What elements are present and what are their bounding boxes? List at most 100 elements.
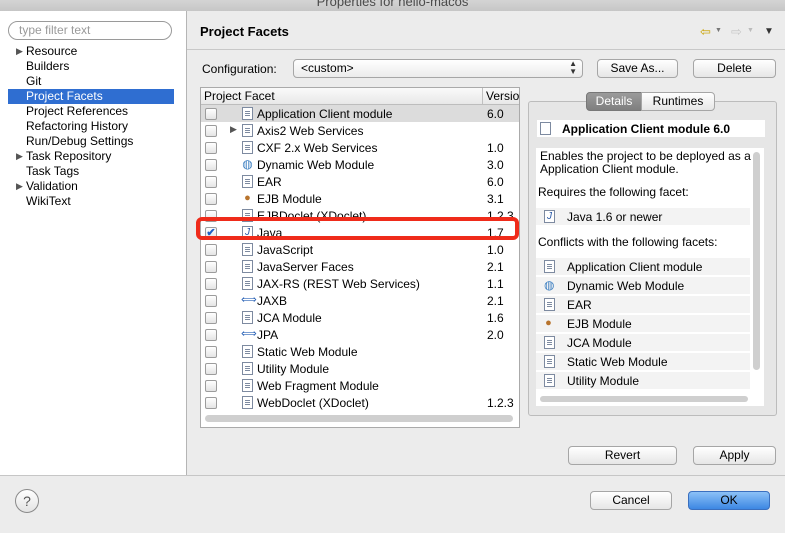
facet-checkbox[interactable] (205, 363, 217, 375)
facet-row[interactable]: WebDoclet (XDoclet) 1.2.3 (201, 394, 519, 411)
page-icon (242, 311, 253, 324)
facet-row[interactable]: JavaScript 1.0 (201, 241, 519, 258)
facet-version[interactable]: 6.0 (487, 175, 504, 189)
facet-row[interactable]: JAX-RS (REST Web Services) 1.1 (201, 275, 519, 292)
facet-version[interactable]: 1.1 (487, 277, 504, 291)
facet-name: WebDoclet (XDoclet) (257, 396, 369, 410)
facet-checkbox[interactable] (205, 346, 217, 358)
facet-checkbox[interactable] (205, 295, 217, 307)
facet-checkbox[interactable] (205, 397, 217, 409)
facet-version[interactable]: 1.0 (487, 243, 504, 257)
facet-checkbox[interactable] (205, 312, 217, 324)
back-arrow-icon[interactable]: ⇦ (700, 24, 711, 40)
configuration-select[interactable]: <custom> ▲ ▼ (293, 59, 583, 78)
back-menu-chevron-icon[interactable]: ▼ (715, 27, 722, 34)
facet-row[interactable]: ▶ Axis2 Web Services (201, 122, 519, 139)
facet-row[interactable]: Utility Module (201, 360, 519, 377)
facet-version[interactable]: 6.0 (487, 107, 504, 121)
page-icon (242, 260, 253, 273)
tab-runtimes[interactable]: Runtimes (641, 92, 715, 111)
java-row-highlight (196, 217, 519, 240)
facet-checkbox[interactable] (205, 278, 217, 290)
expand-triangle-icon[interactable]: ▶ (230, 124, 237, 135)
sidebar-item-label: Builders (26, 59, 70, 73)
expand-triangle-icon[interactable]: ▶ (16, 44, 23, 59)
details-horizontal-scrollbar[interactable] (540, 396, 748, 402)
facet-checkbox[interactable] (205, 125, 217, 137)
ok-button[interactable]: OK (688, 491, 770, 510)
facet-checkbox[interactable] (205, 159, 217, 171)
facet-row[interactable]: EAR 6.0 (201, 173, 519, 190)
facet-version[interactable]: 3.0 (487, 158, 504, 172)
facet-row[interactable]: Static Web Module (201, 343, 519, 360)
facet-row[interactable]: Web Fragment Module (201, 377, 519, 394)
forward-arrow-icon[interactable]: ⇨ (731, 24, 742, 40)
facet-name: CXF 2.x Web Services (257, 141, 378, 155)
facet-checkbox[interactable] (205, 193, 217, 205)
facet-row[interactable]: ◍ Dynamic Web Module 3.0 (201, 156, 519, 173)
filter-field[interactable] (8, 21, 172, 40)
facet-name: Axis2 Web Services (257, 124, 364, 138)
apply-button[interactable]: Apply (693, 446, 776, 465)
facet-name: JAX-RS (REST Web Services) (257, 277, 420, 291)
sidebar-item[interactable]: ▶ Resource (8, 44, 174, 59)
help-icon[interactable]: ? (15, 489, 39, 513)
tab-details[interactable]: Details (586, 92, 642, 111)
required-facet-label: Java 1.6 or newer (567, 210, 663, 224)
sidebar-item[interactable]: ▶ Validation (8, 179, 174, 194)
facet-row[interactable]: Application Client module 6.0 (201, 105, 519, 122)
delete-button[interactable]: Delete (693, 59, 776, 78)
expand-triangle-icon[interactable]: ▶ (16, 149, 23, 164)
sidebar-item[interactable]: WikiText (8, 194, 174, 209)
forward-menu-chevron-icon[interactable]: ▼ (747, 27, 754, 34)
facet-checkbox[interactable] (205, 380, 217, 392)
details-vertical-scrollbar[interactable] (753, 152, 760, 370)
sidebar-item[interactable]: ▶ Task Repository (8, 149, 174, 164)
facet-version[interactable]: 1.6 (487, 311, 504, 325)
sidebar-item[interactable]: Git (8, 74, 174, 89)
facet-row[interactable]: ● EJB Module 3.1 (201, 190, 519, 207)
facet-row[interactable]: JCA Module 1.6 (201, 309, 519, 326)
details-body: Enables the project to be deployed as a … (536, 148, 764, 406)
column-divider[interactable] (482, 88, 483, 104)
column-header-version[interactable]: Versio (486, 89, 519, 103)
sidebar-item[interactable]: Refactoring History (8, 119, 174, 134)
facet-version[interactable]: 2.0 (487, 328, 504, 342)
facet-name: JavaScript (257, 243, 314, 257)
facet-checkbox[interactable] (205, 244, 217, 256)
page-icon (544, 355, 555, 368)
sidebar-item[interactable]: Project References (8, 104, 174, 119)
conflicting-facet: EAR (536, 296, 750, 313)
facet-row[interactable]: ⟺ JPA 2.0 (201, 326, 519, 343)
facet-row[interactable]: CXF 2.x Web Services 1.0 (201, 139, 519, 156)
configuration-value: <custom> (301, 61, 354, 75)
details-description: Enables the project to be deployed as a … (540, 149, 751, 176)
view-menu-icon[interactable]: ▼ (764, 26, 774, 37)
facet-version[interactable]: 1.0 (487, 141, 504, 155)
facet-version[interactable]: 3.1 (487, 192, 504, 206)
conflicting-facet-label: Utility Module (567, 374, 640, 388)
revert-button[interactable]: Revert (568, 446, 677, 465)
facet-checkbox[interactable] (205, 329, 217, 341)
sidebar-item[interactable]: Task Tags (8, 164, 174, 179)
filter-input[interactable] (19, 23, 159, 37)
save-as-button[interactable]: Save As... (597, 59, 678, 78)
sidebar-item[interactable]: Builders (8, 59, 174, 74)
cancel-button[interactable]: Cancel (590, 491, 672, 510)
sidebar-item[interactable]: Project Facets (8, 89, 174, 104)
facet-row[interactable]: ⟺ JAXB 2.1 (201, 292, 519, 309)
facet-name: Static Web Module (257, 345, 358, 359)
column-header-facet[interactable]: Project Facet (204, 89, 275, 103)
facet-version[interactable]: 2.1 (487, 294, 504, 308)
facet-version[interactable]: 1.2.3 (487, 396, 514, 410)
facet-checkbox[interactable] (205, 142, 217, 154)
sidebar-item-label: Project Facets (26, 89, 103, 103)
facet-version[interactable]: 2.1 (487, 260, 504, 274)
expand-triangle-icon[interactable]: ▶ (16, 179, 23, 194)
facet-checkbox[interactable] (205, 176, 217, 188)
facet-checkbox[interactable] (205, 261, 217, 273)
facet-row[interactable]: JavaServer Faces 2.1 (201, 258, 519, 275)
sidebar-item[interactable]: Run/Debug Settings (8, 134, 174, 149)
table-horizontal-scrollbar[interactable] (205, 415, 513, 422)
facet-checkbox[interactable] (205, 108, 217, 120)
